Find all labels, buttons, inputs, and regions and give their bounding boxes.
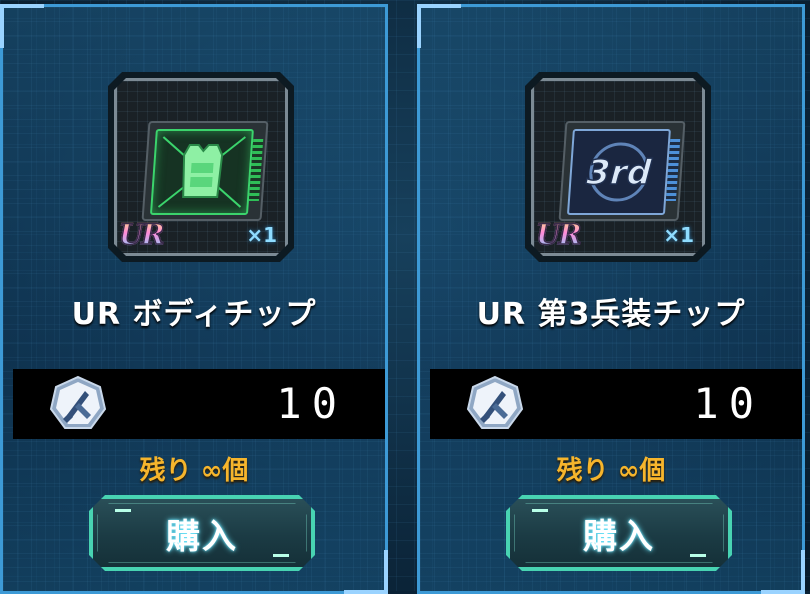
chip-label: 3rd — [585, 153, 653, 193]
sword-medal-icon — [466, 375, 524, 429]
buy-button-label: 購入 — [583, 516, 655, 557]
frame-corner-decoration — [761, 550, 805, 594]
item-icon-background: 3rd UR ×1 — [531, 78, 705, 256]
item-icon-background: UR ×1 — [114, 78, 288, 256]
buy-button-label: 購入 — [166, 516, 238, 557]
body-chip-icon — [142, 121, 269, 221]
item-quantity: ×1 — [246, 223, 277, 247]
price-value: 10 — [276, 379, 347, 428]
shop-item-card-body-chip: UR ×1 UR ボディチップ 10 残り ∞個 購入 — [0, 4, 388, 594]
buy-button[interactable]: 購入 — [506, 495, 732, 571]
chip-screen — [150, 129, 254, 215]
price-bar: 10 — [430, 369, 802, 439]
price-value: 10 — [693, 379, 764, 428]
item-icon-frame[interactable]: 3rd UR ×1 — [525, 72, 711, 262]
frame-corner-decoration — [417, 4, 461, 48]
rarity-badge: UR — [119, 218, 163, 251]
shop-item-card-weapon-chip: 3rd UR ×1 UR 第3兵装チップ 10 残り ∞個 購入 — [417, 4, 805, 594]
frame-corner-decoration — [344, 550, 388, 594]
item-quantity: ×1 — [663, 223, 694, 247]
sword-medal-icon — [49, 375, 107, 429]
item-name: UR ボディチップ — [71, 297, 317, 332]
armor-vest-icon — [152, 131, 252, 213]
price-bar: 10 — [13, 369, 385, 439]
stock-remaining: 残り ∞個 — [556, 456, 666, 486]
weapon-chip-icon: 3rd — [559, 121, 686, 221]
buy-button[interactable]: 購入 — [89, 495, 315, 571]
chip-screen: 3rd — [567, 129, 671, 215]
item-icon-frame[interactable]: UR ×1 — [108, 72, 294, 262]
frame-corner-decoration — [0, 4, 44, 48]
item-name: UR 第3兵装チップ — [476, 297, 746, 332]
rarity-badge: UR — [536, 218, 580, 251]
stock-remaining: 残り ∞個 — [139, 456, 249, 486]
